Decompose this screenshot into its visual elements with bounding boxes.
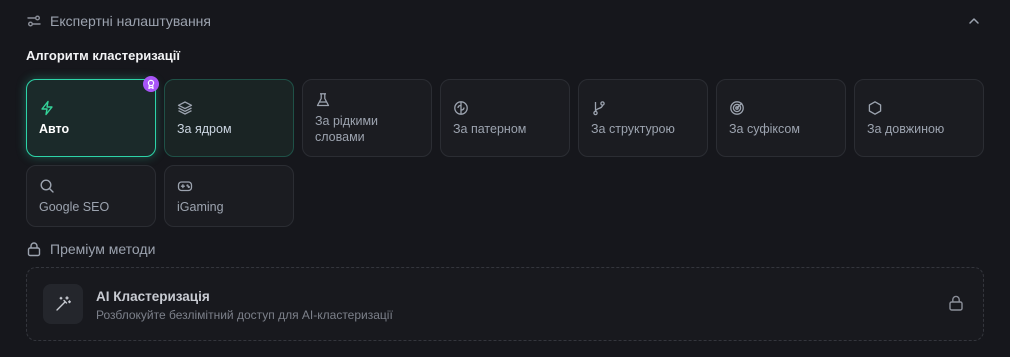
zap-icon <box>39 100 55 116</box>
algorithm-section-title: Алгоритм кластеризації <box>26 48 181 63</box>
brain-icon <box>453 100 469 116</box>
option-label: За ядром <box>177 122 232 136</box>
option-label: iGaming <box>177 200 224 214</box>
option-label: За рідкими словами <box>315 114 379 144</box>
option-label: За структурою <box>591 122 675 136</box>
target-icon <box>729 100 745 116</box>
gamepad-icon <box>177 178 193 194</box>
ai-clustering-title: AI Кластеризація <box>96 289 210 304</box>
option-label: Авто <box>39 122 70 136</box>
option-auto[interactable]: Авто <box>26 79 156 157</box>
flask-icon <box>315 92 331 108</box>
option-label: За суфіксом <box>729 122 800 136</box>
layers-icon <box>177 100 193 116</box>
option-suffix[interactable]: За суфіксом <box>716 79 846 157</box>
premium-methods-title: Преміум методи <box>50 241 156 257</box>
git-branch-icon <box>591 100 607 116</box>
premium-methods-header: Преміум методи <box>26 240 155 258</box>
expert-settings-title: Експертні налаштування <box>50 13 211 29</box>
search-icon <box>39 178 55 194</box>
magic-wand-icon <box>43 284 83 324</box>
option-core[interactable]: За ядром <box>164 79 294 157</box>
option-structure[interactable]: За структурою <box>578 79 708 157</box>
hexagon-icon <box>867 100 883 116</box>
option-length[interactable]: За довжиною <box>854 79 984 157</box>
option-label: За довжиною <box>867 122 945 136</box>
option-google-seo[interactable]: Google SEO <box>26 165 156 227</box>
option-pattern[interactable]: За патерном <box>440 79 570 157</box>
premium-award-icon <box>143 76 159 92</box>
ai-clustering-card[interactable]: AI Кластеризація Розблокуйте безлімітний… <box>26 267 984 341</box>
chevron-up-icon[interactable] <box>966 13 982 29</box>
ai-clustering-subtitle: Розблокуйте безлімітний доступ для AI-кл… <box>96 308 393 322</box>
option-label: За патерном <box>453 122 527 136</box>
sliders-icon <box>26 13 42 29</box>
option-rare-words[interactable]: За рідкими словами <box>302 79 432 157</box>
lock-icon <box>947 294 965 312</box>
expert-settings-header[interactable]: Експертні налаштування <box>26 10 986 32</box>
lock-icon <box>26 241 42 257</box>
option-label: Google SEO <box>39 200 110 214</box>
option-igaming[interactable]: iGaming <box>164 165 294 227</box>
